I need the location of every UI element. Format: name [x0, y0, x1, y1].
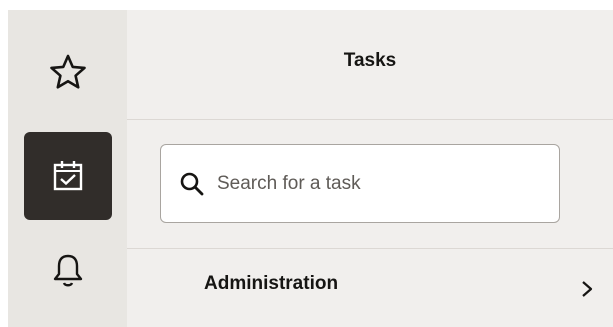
bell-icon	[53, 254, 83, 287]
calendar-check-icon	[53, 161, 83, 191]
panel-title: Tasks	[343, 49, 397, 71]
chevron-right-icon	[582, 281, 593, 297]
notifications-button[interactable]	[24, 226, 112, 314]
task-search-input[interactable]	[217, 163, 537, 204]
favorites-button[interactable]	[24, 28, 112, 116]
task-item-label: Administration	[204, 273, 339, 294]
search-icon	[179, 171, 205, 197]
task-item-administration[interactable]: Administration	[127, 249, 613, 327]
navigator-frame: Tasks Administration	[8, 10, 613, 327]
tasks-panel: Tasks Administration	[127, 10, 613, 327]
star-icon	[50, 54, 86, 89]
tasks-button[interactable]	[24, 132, 112, 220]
icon-rail	[8, 10, 127, 327]
panel-header: Tasks	[127, 10, 613, 120]
task-search-box[interactable]	[160, 144, 560, 223]
